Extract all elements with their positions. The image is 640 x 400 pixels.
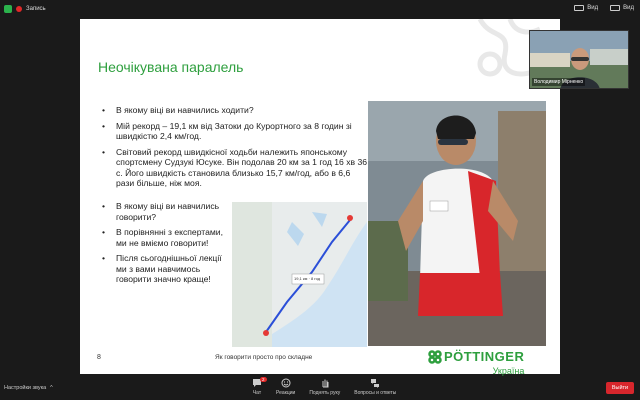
bullet-list-top: В якому віці ви навчились ходити? Мій ре… [100, 105, 370, 194]
layout-button[interactable]: Вид [610, 5, 634, 11]
sound-settings-button[interactable]: Настройки звука ^ [4, 385, 53, 391]
footer-text: Як говорити просто про складне [215, 354, 313, 361]
exit-button[interactable]: Выйти [606, 382, 634, 394]
qa-icon [371, 379, 380, 388]
grid-view-icon [574, 5, 585, 11]
reaction-icon [281, 378, 291, 388]
layout-icon [610, 5, 621, 11]
view-label: Вид [587, 5, 599, 11]
bullet-item: Мій рекорд – 19,1 км від Затоки до Курор… [100, 121, 370, 142]
security-shield-icon[interactable] [4, 5, 12, 13]
reactions-label: Реакции [276, 390, 296, 396]
bullet-item: В порівнянні з експертами, ми не вміємо … [100, 227, 230, 248]
pottinger-clover-icon [428, 349, 442, 364]
view-button[interactable]: Вид [574, 5, 598, 11]
qa-button[interactable]: Вопросы и ответы [354, 378, 396, 396]
recording-indicator[interactable]: Запись [4, 5, 46, 13]
chat-label: Чат [252, 390, 262, 396]
route-map-image: 19,1 км · 8 год [232, 202, 367, 347]
hand-icon [322, 379, 329, 388]
bullet-item: В якому віці ви навчились ходити? [100, 105, 370, 116]
sound-settings-label: Настройки звука [4, 385, 47, 391]
logo-subtitle: Україна [492, 366, 525, 376]
bottom-toolbar: Настройки звука ^ 2 Чат Реакции Поднять … [0, 376, 640, 400]
reactions-button[interactable]: Реакции [276, 378, 295, 396]
bullet-item: Після сьогоднішньої лекції ми з вами нав… [100, 253, 230, 285]
chevron-up-icon: ^ [50, 385, 53, 391]
record-dot-icon [16, 6, 22, 12]
top-bar: Запись Вид Вид [0, 0, 640, 18]
raise-hand-label: Поднять руку [309, 390, 341, 396]
chat-badge: 2 [260, 377, 267, 382]
participant-name: Володимир Мірненко [532, 78, 586, 86]
map-distance-label: 19,1 км · 8 год [294, 276, 321, 281]
page-number: 8 [97, 354, 101, 361]
bullet-item: В якому віці ви навчились говорити? [100, 201, 230, 222]
raise-hand-button[interactable]: Поднять руку [309, 378, 340, 396]
recording-label: Запись [26, 6, 46, 12]
chat-button[interactable]: 2 Чат [252, 377, 267, 396]
pottinger-logo: PÖTTINGER Україна [428, 349, 525, 376]
qa-label: Вопросы и ответы [354, 390, 397, 396]
athlete-photo [368, 101, 546, 346]
shared-slide: Неочікувана паралель В якому віці ви нав… [80, 19, 560, 376]
bullet-list-bottom: В якому віці ви навчились говорити? В по… [100, 201, 230, 290]
bullet-item: Світовий рекорд швидкісної ходьби належи… [100, 147, 370, 189]
logo-text: PÖTTINGER [444, 349, 525, 364]
slide-title: Неочікувана паралель [98, 59, 244, 75]
layout-label: Вид [623, 5, 634, 11]
participant-video-tile[interactable]: Володимир Мірненко [529, 30, 629, 89]
